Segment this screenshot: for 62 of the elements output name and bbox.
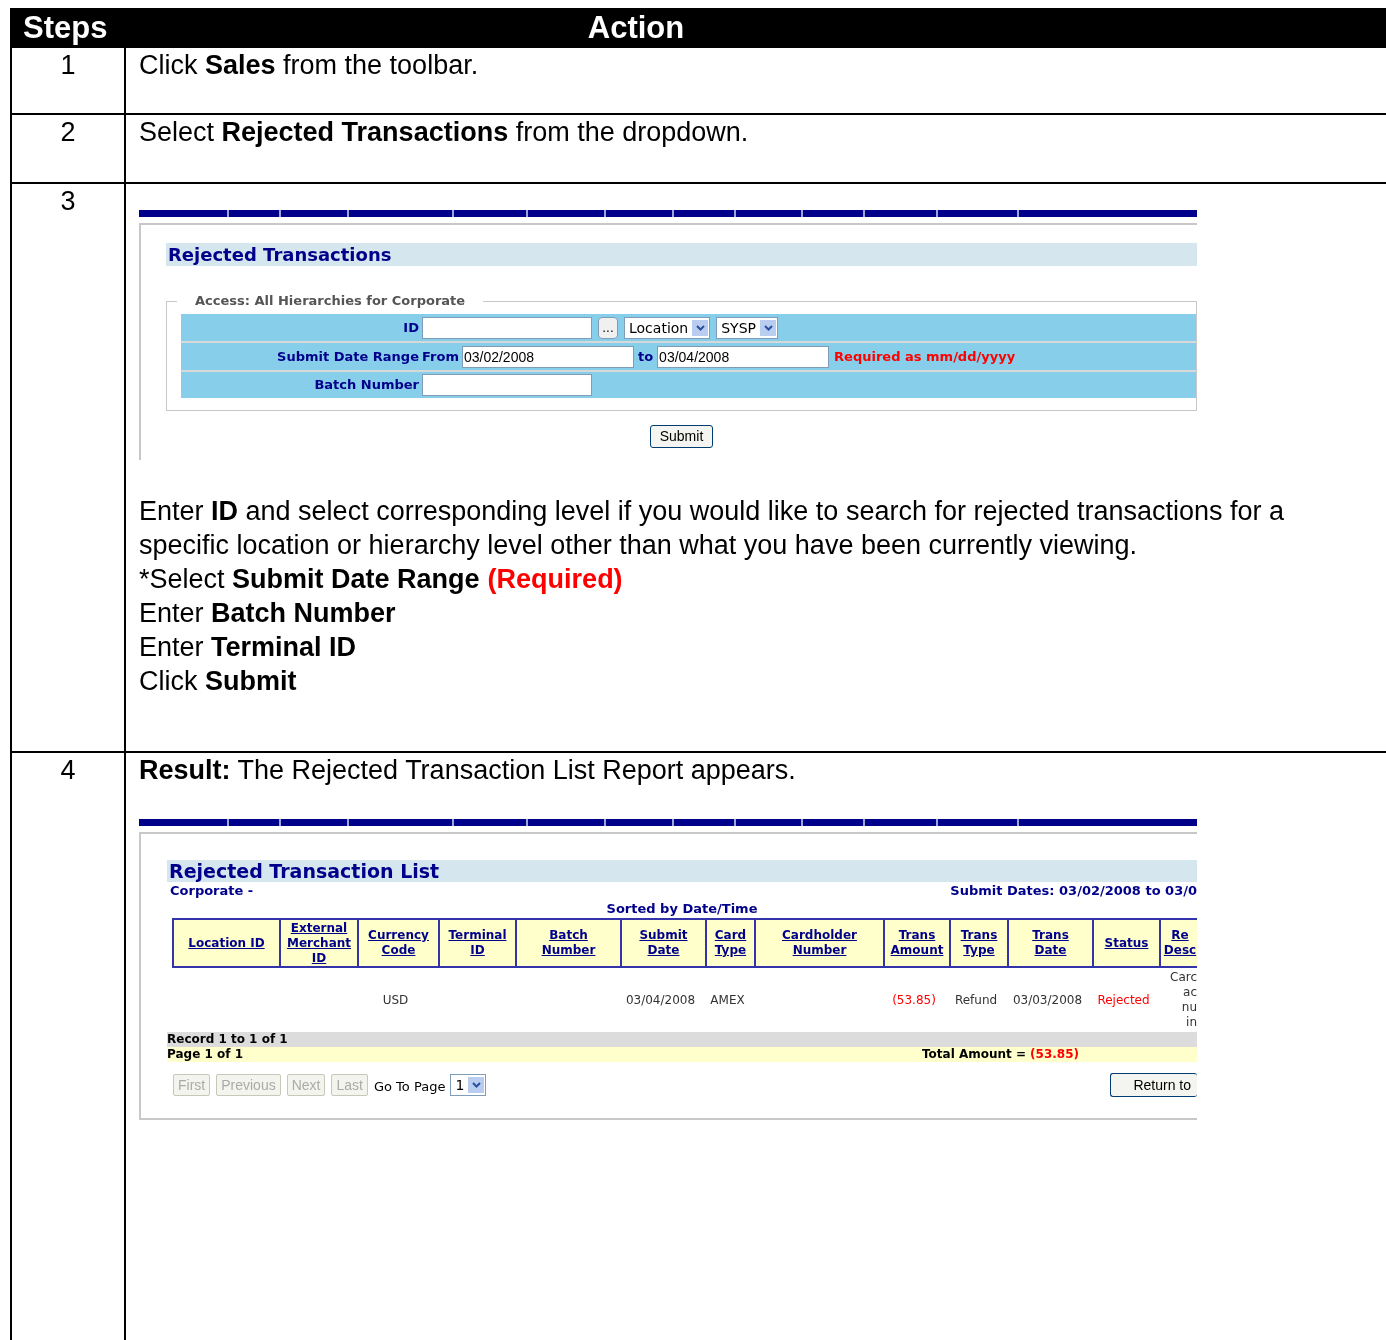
from-label: From xyxy=(422,347,459,366)
id-label: ID xyxy=(402,318,419,337)
column-header: Steps xyxy=(22,9,109,47)
step-instruction: Result: The Rejected Transaction List Report appears. xyxy=(139,754,797,787)
scope-label: Corporate - xyxy=(169,882,254,900)
step-instruction: Select Rejected Transactions from the dropdown. xyxy=(139,116,750,149)
step-number: 4 xyxy=(60,755,76,785)
step-instruction: *Select Submit Date Range (Required) xyxy=(139,563,624,596)
go-to-page-label: Go To Page xyxy=(373,1078,446,1096)
browse-button[interactable]: ... xyxy=(598,316,618,339)
column-header: Action xyxy=(586,9,686,47)
column-header[interactable]: Trans Type xyxy=(960,928,998,958)
table-cell-text: (53.85) xyxy=(891,992,937,1008)
step-instruction: Click Submit xyxy=(139,665,298,698)
report-title: Rejected Transaction List xyxy=(167,860,1197,882)
fieldset-legend: Access: All Hierarchies for Corporate xyxy=(177,293,484,309)
column-header[interactable]: External Merchant ID xyxy=(287,920,351,966)
level-select[interactable]: Location xyxy=(624,316,711,339)
to-label: to xyxy=(637,347,654,366)
page-count: Page 1 of 1 xyxy=(167,1047,244,1062)
column-header[interactable]: Submit Date xyxy=(639,928,688,958)
submit-dates-label: Submit Dates: 03/02/2008 to 03/0 xyxy=(950,882,1197,900)
column-header[interactable]: Cardholder Number xyxy=(782,928,857,958)
date-format-hint: Required as mm/dd/yyyy xyxy=(834,347,1016,366)
table-cell-text: Refund xyxy=(953,992,999,1008)
total-amount-value: (53.85) xyxy=(1030,1047,1079,1062)
step-instruction: Enter Batch Number xyxy=(139,597,397,630)
sort-label: Sorted by Date/Time xyxy=(605,900,759,918)
table-cell-text: USD xyxy=(381,992,410,1008)
table-cell-text: AMEX xyxy=(709,992,746,1008)
step-instruction: Enter ID and select corresponding level if you would like to search for rejected transactions for a specific location or hierarchy level other than what you have been currently viewing. xyxy=(139,495,1286,562)
batch-number-field[interactable] xyxy=(422,374,592,396)
step-number: 1 xyxy=(60,50,76,80)
submit-button[interactable]: Submit xyxy=(649,425,714,448)
step-instruction: Enter Terminal ID xyxy=(139,631,358,664)
table-cell-text: 03/03/2008 xyxy=(1011,992,1084,1008)
page-title: Rejected Transactions xyxy=(166,243,1197,266)
to-date-field[interactable]: 03/04/2008 xyxy=(657,345,830,368)
date-range-label: Submit Date Range xyxy=(276,347,419,366)
table-cell-text: 03/04/2008 xyxy=(624,992,697,1008)
column-header[interactable]: Currency Code xyxy=(368,928,429,958)
column-header[interactable]: Status xyxy=(1104,935,1149,951)
step-number: 3 xyxy=(60,186,76,216)
id-field[interactable] xyxy=(422,316,592,339)
column-header[interactable]: Trans Amount xyxy=(890,928,944,958)
batch-number-label: Batch Number xyxy=(313,376,419,394)
column-header[interactable]: Batch Number xyxy=(541,928,596,958)
table-cell-text: Rejected xyxy=(1096,992,1151,1008)
column-header[interactable]: Location ID xyxy=(188,935,265,951)
column-header[interactable]: Trans Date xyxy=(1032,928,1069,958)
page-select[interactable]: 1 xyxy=(450,1074,487,1096)
column-header[interactable]: Card Type xyxy=(714,928,747,958)
return-button[interactable]: Return to xyxy=(1110,1073,1197,1097)
step-instruction: Click Sales from the toolbar. xyxy=(139,49,480,82)
column-header[interactable]: Terminal ID xyxy=(448,928,507,958)
column-header[interactable]: Re Desc xyxy=(1163,928,1197,958)
total-amount-label: Total Amount = xyxy=(922,1047,1027,1062)
step-number: 2 xyxy=(60,117,76,147)
system-select[interactable]: SYSP xyxy=(716,316,778,339)
table-cell-text: Carc ac nu in xyxy=(1169,970,1197,1030)
from-date-field[interactable]: 03/02/2008 xyxy=(461,345,634,368)
record-count: Record 1 to 1 of 1 xyxy=(167,1032,1197,1047)
